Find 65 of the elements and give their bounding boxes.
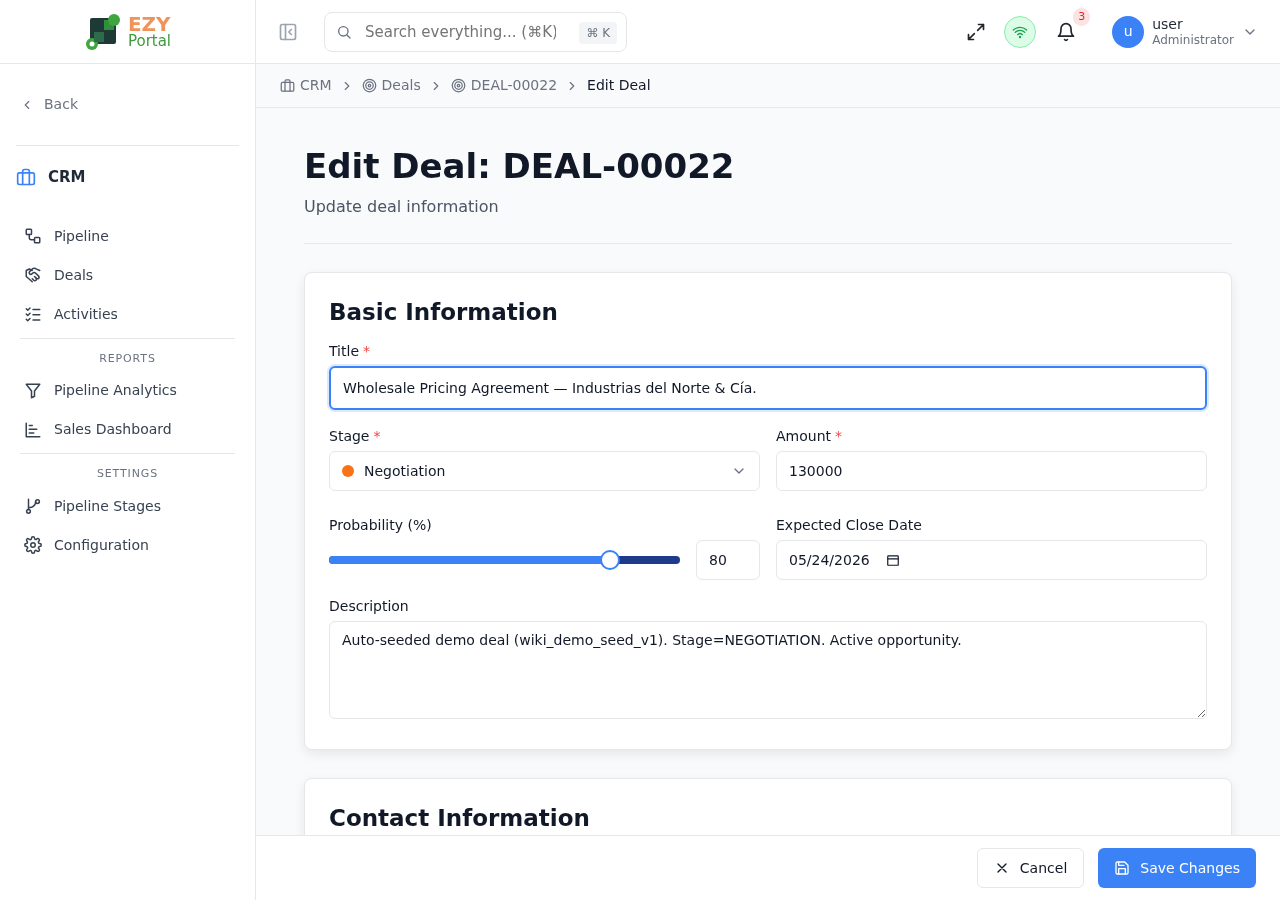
page-subtitle: Update deal information <box>304 194 1232 244</box>
breadcrumb-item: Edit Deal <box>587 76 651 95</box>
field-label: Stage <box>329 427 370 447</box>
back-label[interactable]: Back <box>44 94 78 115</box>
bar-chart-icon <box>24 420 42 439</box>
back-link[interactable]: Back <box>20 86 235 123</box>
user-menu[interactable]: u user Administrator <box>1112 15 1258 48</box>
briefcase-icon <box>280 78 295 93</box>
sidebar-item[interactable]: Configuration <box>20 525 235 565</box>
logo-text: Portal <box>127 34 172 49</box>
section-title: Basic Information <box>329 297 559 327</box>
probability-field[interactable]: 80 <box>696 540 760 581</box>
settings-icon <box>24 536 42 554</box>
sidebar-item[interactable]: Pipeline <box>20 216 235 256</box>
amount-field[interactable]: 130000 <box>776 451 1207 492</box>
logo-text: EZY <box>127 14 172 34</box>
breadcrumb-item[interactable]: DEAL-00022 <box>450 75 558 96</box>
sidebar-item[interactable]: Activities <box>20 294 235 334</box>
breadcrumb-item[interactable]: Deals <box>361 75 421 96</box>
sidebar-item[interactable]: Pipeline Analytics <box>20 371 235 410</box>
required-mark: * <box>363 342 370 362</box>
section-heading: SETTINGS <box>95 466 160 482</box>
field-label: Description <box>329 597 409 617</box>
field-label: Probability (%) <box>329 516 432 536</box>
handshake-icon <box>24 266 42 284</box>
search-icon <box>336 23 352 40</box>
notification-count: 3 <box>1073 7 1091 26</box>
module-title: CRM <box>48 167 86 188</box>
cancel-button[interactable]: Cancel <box>976 848 1085 888</box>
user-name: user <box>1152 15 1184 33</box>
description-field[interactable]: Auto-seeded demo deal (wiki_demo_seed_v1). Stage=NEGOTIATION. Active opportunity. <box>329 621 1207 720</box>
bell-icon <box>1056 21 1077 42</box>
user-role: Administrator <box>1152 32 1234 48</box>
branch-icon <box>24 497 42 515</box>
target-icon <box>361 78 377 93</box>
calendar-icon <box>885 553 900 568</box>
panel-icon <box>278 22 298 42</box>
date-field[interactable]: 05/24/2026 <box>776 540 1207 581</box>
slider-thumb[interactable] <box>599 550 620 571</box>
sidebar-item[interactable]: Sales Dashboard <box>20 410 235 449</box>
briefcase-icon <box>16 167 36 188</box>
stage-select[interactable]: Negotiation <box>329 451 760 492</box>
field-label: Amount <box>776 427 831 447</box>
sidebar-item[interactable]: Deals <box>20 255 235 295</box>
pipeline-icon <box>24 227 42 245</box>
expand-icon <box>966 22 987 42</box>
required-mark: * <box>835 427 842 447</box>
connection-status[interactable] <box>1004 15 1037 48</box>
avatar: u <box>1112 15 1145 48</box>
checklist-icon <box>24 305 42 323</box>
field-label: Expected Close Date <box>776 516 922 536</box>
sidebar-item[interactable]: Pipeline Stages <box>20 486 235 526</box>
funnel-icon <box>24 381 42 400</box>
section-heading: REPORTS <box>98 350 157 367</box>
required-mark: * <box>373 427 381 447</box>
target-icon <box>450 78 466 93</box>
slider-track[interactable] <box>329 556 680 565</box>
shortcut-hint: ⌘ K <box>579 21 618 44</box>
save-icon <box>1114 860 1131 876</box>
save-button[interactable]: Save Changes <box>1098 848 1256 888</box>
page-title: Edit Deal: DEAL-00022 <box>304 146 736 187</box>
section-title: Contact Information <box>329 804 591 834</box>
title-field[interactable]: Wholesale Pricing Agreement — Industrias del Norte & Cía. <box>329 366 1207 411</box>
breadcrumb-item[interactable]: CRM <box>280 75 332 96</box>
field-label: Title <box>329 342 359 362</box>
